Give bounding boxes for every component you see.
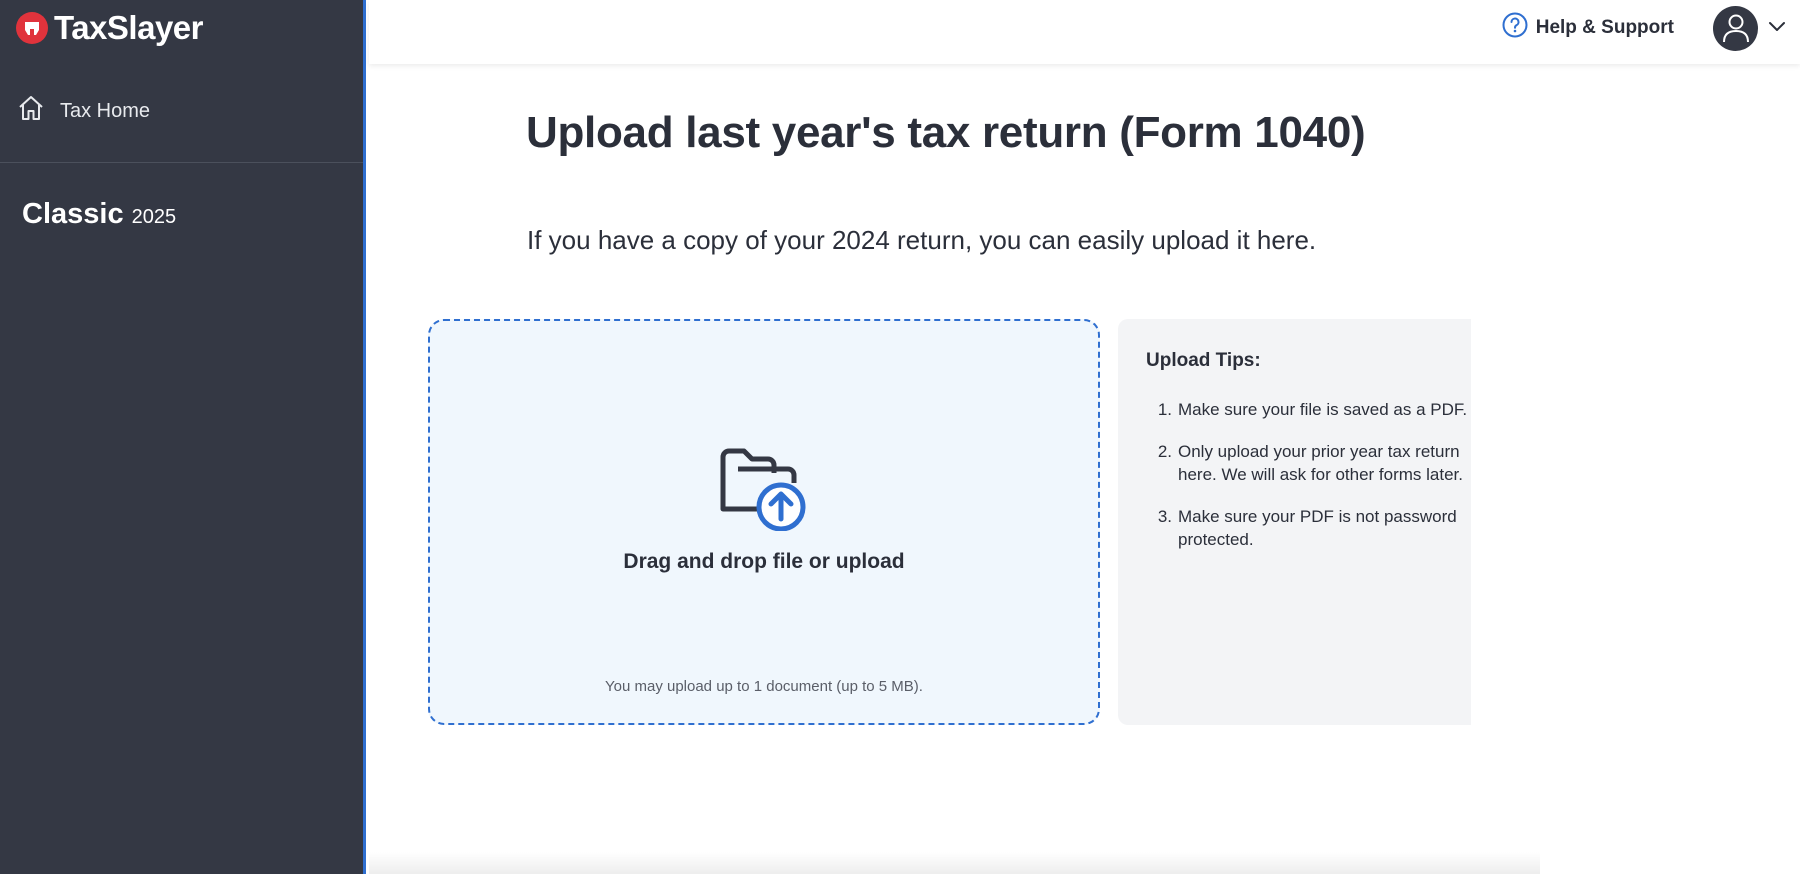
sidebar-item-label: Tax Home (60, 99, 151, 122)
app-root: TaxSlayer Tax Home Classic 2025 Help & S… (0, 0, 1800, 874)
tip-item: 1. Make sure your file is saved as a PDF… (1146, 398, 1471, 421)
product-year: 2025 (131, 206, 177, 228)
product-edition: Classic 2025 (22, 198, 176, 231)
upload-tips-title: Upload Tips: (1146, 350, 1261, 371)
folder-upload-icon (718, 443, 810, 536)
brand-name: TaxSlayer (54, 9, 204, 46)
home-icon (16, 93, 46, 129)
sidebar-divider (0, 162, 363, 163)
upload-tips-panel: Upload Tips: 1. Make sure your file is s… (1118, 319, 1471, 725)
bottom-shadow (369, 852, 1540, 874)
sidebar: TaxSlayer Tax Home Classic 2025 (0, 0, 366, 874)
product-name: Classic (22, 198, 124, 230)
taxslayer-logo[interactable]: TaxSlayer (16, 8, 204, 48)
user-avatar-icon (1713, 5, 1758, 51)
helmet-icon (16, 12, 48, 44)
top-bar: Help & Support (369, 0, 1800, 64)
tip-number: 2. (1157, 442, 1172, 461)
tip-item: 2. Only upload your prior year tax retur… (1146, 440, 1471, 486)
account-menu[interactable] (1713, 4, 1786, 52)
chevron-down-icon (1768, 19, 1786, 37)
help-support-link[interactable]: Help & Support (1502, 12, 1674, 44)
tip-text: Make sure your PDF is not password prote… (1178, 507, 1457, 549)
dropzone-label: Drag and drop file or upload (623, 550, 905, 573)
sidebar-item-tax-home[interactable]: Tax Home (0, 88, 363, 134)
upload-limit-note: You may upload up to 1 document (up to 5… (605, 678, 923, 695)
page-subtitle: If you have a copy of your 2024 return, … (527, 225, 1317, 255)
tip-text: Only upload your prior year tax return h… (1178, 442, 1464, 484)
file-dropzone[interactable]: Drag and drop file or upload You may upl… (428, 319, 1100, 725)
page-title: Upload last year's tax return (Form 1040… (526, 108, 1366, 157)
question-circle-icon (1502, 12, 1528, 44)
tip-number: 1. (1157, 400, 1172, 419)
tip-text: Make sure your file is saved as a PDF. (1178, 400, 1468, 419)
tip-item: 3. Make sure your PDF is not password pr… (1146, 505, 1471, 551)
help-support-label: Help & Support (1535, 17, 1674, 38)
upload-tips-list: 1. Make sure your file is saved as a PDF… (1146, 398, 1471, 570)
tip-number: 3. (1157, 507, 1172, 526)
